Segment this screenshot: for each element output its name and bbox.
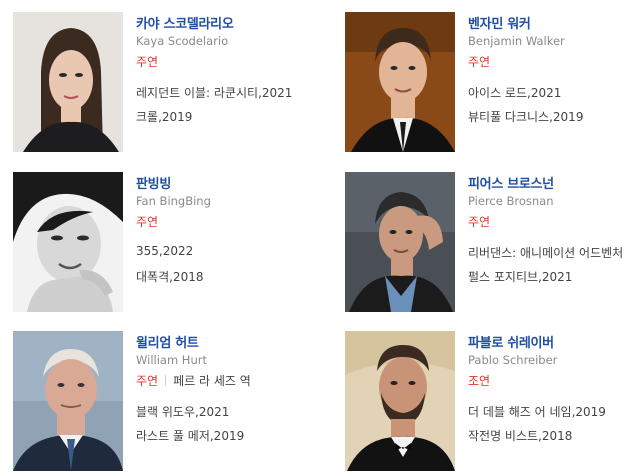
person-photo[interactable]	[345, 331, 455, 471]
person-card: 피어스 브로스넌 Pierce Brosnan 주연 리버댄스: 애니메이션 어…	[345, 172, 639, 317]
role-line: 주연	[468, 53, 490, 70]
role-line: 주연	[136, 213, 158, 230]
person-english-name: Pierce Brosnan	[468, 194, 554, 208]
person-photo[interactable]	[345, 172, 455, 312]
person-english-name: Benjamin Walker	[468, 34, 565, 48]
person-name-link[interactable]: 벤자민 워커	[468, 13, 531, 32]
person-card: 파블로 쉬레이버 Pablo Schreiber 조연 더 데블 해즈 어 네임…	[345, 331, 639, 476]
person-name-link[interactable]: 파블로 쉬레이버	[468, 332, 554, 351]
person-english-name: William Hurt	[136, 353, 207, 367]
role-type: 주연	[136, 215, 159, 229]
person-photo[interactable]	[13, 12, 123, 152]
person-card: 판빙빙 Fan BingBing 주연 355,2022 대폭격,2018	[13, 172, 313, 317]
person-name-link[interactable]: 카야 스코델라리오	[136, 13, 234, 32]
filmography-link[interactable]: 더 데블 해즈 어 네임,2019	[468, 403, 606, 420]
person-name-link[interactable]: 윌리엄 허트	[136, 332, 199, 351]
person-name-link[interactable]: 판빙빙	[136, 173, 171, 192]
role-line: 주연 페르 라 세즈 역	[136, 372, 251, 389]
person-name-link[interactable]: 피어스 브로스넌	[468, 173, 554, 192]
divider	[165, 375, 167, 386]
filmography-link[interactable]: 블랙 위도우,2021	[136, 403, 229, 420]
character-name: 페르 라 세즈 역	[173, 374, 251, 388]
person-photo[interactable]	[345, 12, 455, 152]
role-type: 주연	[136, 374, 159, 388]
person-photo[interactable]	[13, 172, 123, 312]
role-line: 주연	[468, 213, 490, 230]
role-line: 조연	[468, 372, 490, 389]
filmography-link[interactable]: 아이스 로드,2021	[468, 84, 561, 101]
filmography-link[interactable]: 작전명 비스트,2018	[468, 427, 572, 444]
filmography-link[interactable]: 리버댄스: 애니메이션 어드벤처	[468, 244, 623, 261]
role-type: 조연	[468, 374, 491, 388]
filmography-link[interactable]: 레지던트 이블: 라쿤시티,2021	[136, 84, 292, 101]
person-card: 벤자민 워커 Benjamin Walker 주연 아이스 로드,2021 뷰티…	[345, 12, 639, 157]
filmography-link[interactable]: 펄스 포지티브,2021	[468, 268, 572, 285]
person-card: 카야 스코델라리오 Kaya Scodelario 주연 레지던트 이블: 라쿤…	[13, 12, 313, 157]
filmography-link[interactable]: 355,2022	[136, 244, 193, 258]
person-photo[interactable]	[13, 331, 123, 471]
role-type: 주연	[136, 55, 159, 69]
role-line: 주연	[136, 53, 158, 70]
person-english-name: Kaya Scodelario	[136, 34, 229, 48]
person-card: 윌리엄 허트 William Hurt 주연 페르 라 세즈 역 블랙 위도우,2…	[13, 331, 313, 476]
filmography-link[interactable]: 라스트 풀 메저,2019	[136, 427, 244, 444]
filmography-link[interactable]: 크롤,2019	[136, 108, 192, 125]
person-english-name: Fan BingBing	[136, 194, 211, 208]
role-type: 주연	[468, 215, 491, 229]
role-type: 주연	[468, 55, 491, 69]
filmography-link[interactable]: 뷰티풀 다크니스,2019	[468, 108, 583, 125]
person-english-name: Pablo Schreiber	[468, 353, 558, 367]
filmography-link[interactable]: 대폭격,2018	[136, 268, 203, 285]
